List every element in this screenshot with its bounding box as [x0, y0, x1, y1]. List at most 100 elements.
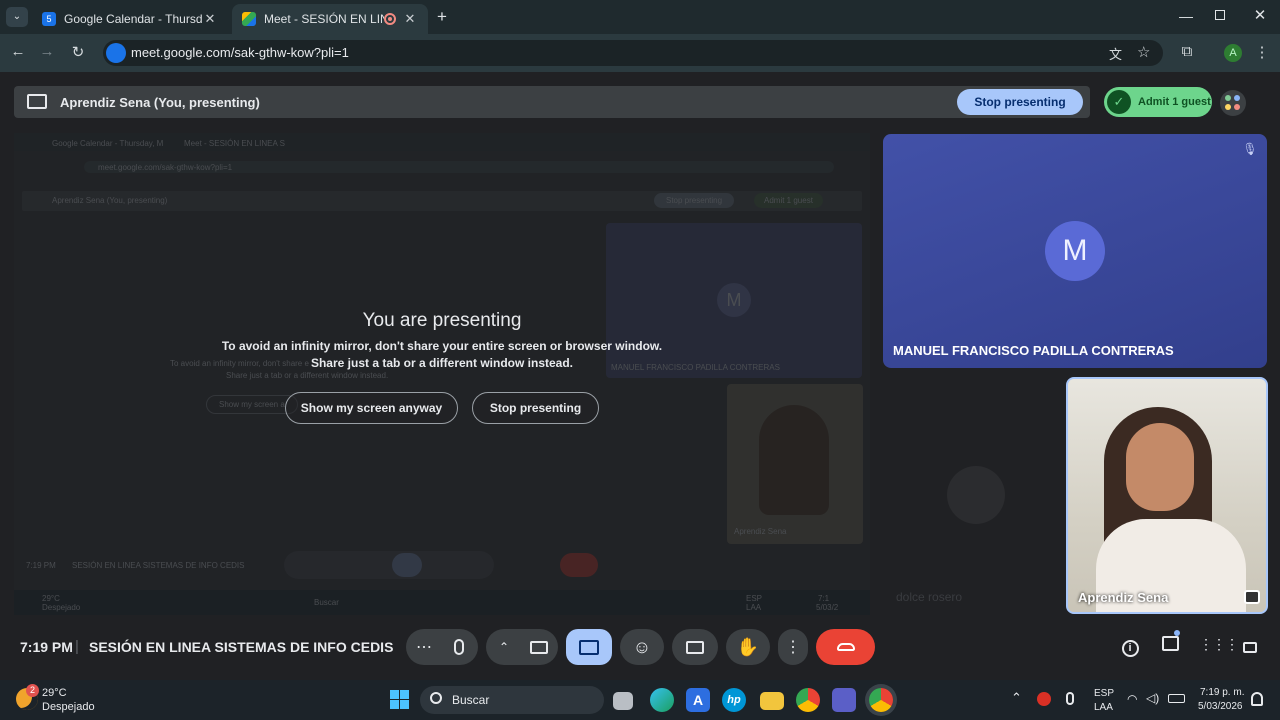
- microphone-icon: [454, 639, 464, 655]
- presenting-warning-line1: To avoid an infinity mirror, don't share…: [221, 339, 663, 353]
- person-face: [1126, 423, 1194, 511]
- wifi-icon[interactable]: ◠: [1127, 692, 1137, 706]
- chrome-icon[interactable]: [796, 688, 820, 712]
- presenting-warning-title: You are presenting: [362, 310, 522, 331]
- profile-avatar[interactable]: A: [1224, 44, 1242, 62]
- self-video-tile[interactable]: Aprendiz Sena: [1066, 377, 1268, 614]
- weather-badge: 2: [26, 684, 39, 697]
- raise-hand-button[interactable]: ✋: [726, 629, 770, 665]
- tab-calendar[interactable]: 5 Google Calendar - Thursday, M ✕: [32, 4, 228, 34]
- separator: |: [75, 638, 79, 655]
- bookmark-star-icon[interactable]: ☆: [1137, 43, 1150, 61]
- emoji-reaction-button[interactable]: ☺: [620, 629, 664, 665]
- weather-desc: Despejado: [42, 701, 95, 713]
- extensions-icon[interactable]: ⧉: [1176, 43, 1198, 60]
- presenting-bar: Aprendiz Sena (You, presenting) Stop pre…: [14, 86, 1090, 118]
- hp-icon[interactable]: hp: [722, 688, 746, 712]
- check-icon: ✓: [1107, 90, 1131, 114]
- admit-guest-label: Admit 1 guest: [1138, 96, 1211, 108]
- hidden-participant-name: dolce rosero: [896, 590, 963, 604]
- file-explorer-icon[interactable]: [760, 692, 784, 710]
- new-tab-button[interactable]: +: [434, 8, 450, 26]
- forward-icon[interactable]: →: [36, 43, 58, 60]
- admit-guest-button[interactable]: ✓ Admit 1 guest: [1104, 87, 1212, 117]
- meeting-info-icon[interactable]: i: [1119, 636, 1141, 658]
- pin-icon[interactable]: [1244, 590, 1260, 604]
- tab-title: Meet - SESIÓN EN LINEA SI: [264, 12, 384, 26]
- presenting-text: Aprendiz Sena (You, presenting): [60, 95, 260, 110]
- chrome-menu-icon[interactable]: ⋮: [1251, 43, 1273, 61]
- camera-icon: [530, 640, 548, 654]
- address-bar[interactable]: meet.google.com/sak-gthw-kow?pli=1 文 ☆: [103, 40, 1163, 66]
- edge-icon[interactable]: [650, 688, 674, 712]
- tab-strip: ⌄ 5 Google Calendar - Thursday, M ✕ Meet…: [0, 0, 1280, 34]
- tab-title: Google Calendar - Thursday, M: [64, 12, 202, 26]
- self-name: Aprendiz Sena: [1078, 590, 1169, 605]
- back-icon[interactable]: ←: [7, 43, 29, 60]
- restore-icon[interactable]: [1215, 10, 1225, 20]
- muted-mic-icon: 🎙: [1242, 142, 1258, 156]
- show-hidden-icons-icon[interactable]: ⌃: [1011, 690, 1022, 706]
- shared-screen-preview: Google Calendar - Thursday, M Meet - SES…: [14, 133, 870, 615]
- recording-icon: [384, 13, 396, 25]
- presenting-warning-line2: Share just a tab or a different window i…: [310, 356, 574, 370]
- search-placeholder: Buscar: [452, 693, 490, 707]
- language-code[interactable]: ESP: [1094, 688, 1114, 699]
- present-button[interactable]: [566, 629, 612, 665]
- calendar-favicon-icon: 5: [42, 12, 56, 26]
- microphone-button[interactable]: [440, 629, 478, 665]
- battery-icon[interactable]: [1168, 694, 1185, 703]
- avatar: M: [1045, 221, 1105, 281]
- tab-meet[interactable]: Meet - SESIÓN EN LINEA SI ✕: [232, 4, 428, 34]
- hidden-participant-tile: dolce rosero: [883, 378, 1063, 614]
- activities-grid-icon[interactable]: ⋮⋮⋮: [1199, 636, 1239, 658]
- camera-options-button[interactable]: ⌃: [486, 629, 522, 665]
- stop-presenting-bar-button[interactable]: Stop presenting: [957, 89, 1083, 115]
- meet-favicon-icon: [242, 12, 256, 26]
- leave-call-button[interactable]: [816, 629, 875, 665]
- clock-time[interactable]: 7:19 p. m.: [1200, 687, 1244, 698]
- weather-temp: 29°C: [42, 687, 67, 699]
- notifications-icon[interactable]: [1251, 692, 1263, 706]
- security-icon[interactable]: [1037, 692, 1051, 706]
- meeting-time: 7:19 PM: [20, 639, 73, 655]
- participant-tile-main[interactable]: 🎙 M MANUEL FRANCISCO PADILLA CONTRERAS: [883, 134, 1267, 368]
- hang-up-icon: [836, 643, 855, 651]
- volume-icon[interactable]: ◁): [1146, 691, 1159, 705]
- url-text: meet.google.com/sak-gthw-kow?pli=1: [131, 45, 349, 60]
- windows-taskbar: [0, 680, 1280, 720]
- close-tab-icon[interactable]: ✕: [202, 11, 218, 27]
- task-view-icon[interactable]: [613, 692, 633, 710]
- keyboard-layout[interactable]: LAA: [1094, 702, 1113, 713]
- participant-name: MANUEL FRANCISCO PADILLA CONTRERAS: [893, 343, 1174, 358]
- clock-date[interactable]: 5/03/2026: [1198, 701, 1243, 712]
- teams-icon[interactable]: [832, 688, 856, 712]
- participants-avatars-icon[interactable]: [1220, 90, 1246, 116]
- close-window-icon[interactable]: ✕: [1252, 6, 1268, 24]
- minimize-icon[interactable]: —: [1178, 8, 1194, 24]
- show-screen-anyway-button[interactable]: Show my screen anyway: [285, 392, 458, 424]
- translate-icon[interactable]: 文: [1109, 44, 1122, 63]
- close-tab-icon[interactable]: ✕: [402, 11, 418, 27]
- chat-icon[interactable]: [1159, 630, 1181, 658]
- chrome-profile-icon[interactable]: [869, 688, 893, 712]
- more-options-left-button[interactable]: ⋯: [406, 629, 442, 665]
- tab-search-button[interactable]: ⌄: [6, 7, 28, 27]
- avatar: [947, 466, 1005, 524]
- search-icon: [430, 692, 442, 704]
- present-screen-icon: [27, 94, 47, 109]
- taskbar-search[interactable]: Buscar: [420, 686, 604, 714]
- azure-icon[interactable]: A: [686, 688, 710, 712]
- weather-widget[interactable]: 2 29°C Despejado: [16, 684, 106, 716]
- reload-icon[interactable]: ↻: [67, 43, 89, 61]
- stop-presenting-button[interactable]: Stop presenting: [472, 392, 599, 424]
- site-info-icon[interactable]: [106, 43, 126, 63]
- more-options-button[interactable]: ⋮: [778, 629, 808, 665]
- host-controls-lock-icon[interactable]: [1239, 636, 1261, 658]
- captions-button[interactable]: [672, 629, 718, 665]
- present-screen-icon: [579, 639, 599, 655]
- microphone-tray-icon[interactable]: [1066, 692, 1074, 705]
- camera-button[interactable]: [520, 629, 558, 665]
- captions-icon: [686, 640, 704, 654]
- windows-start-icon[interactable]: [390, 690, 409, 709]
